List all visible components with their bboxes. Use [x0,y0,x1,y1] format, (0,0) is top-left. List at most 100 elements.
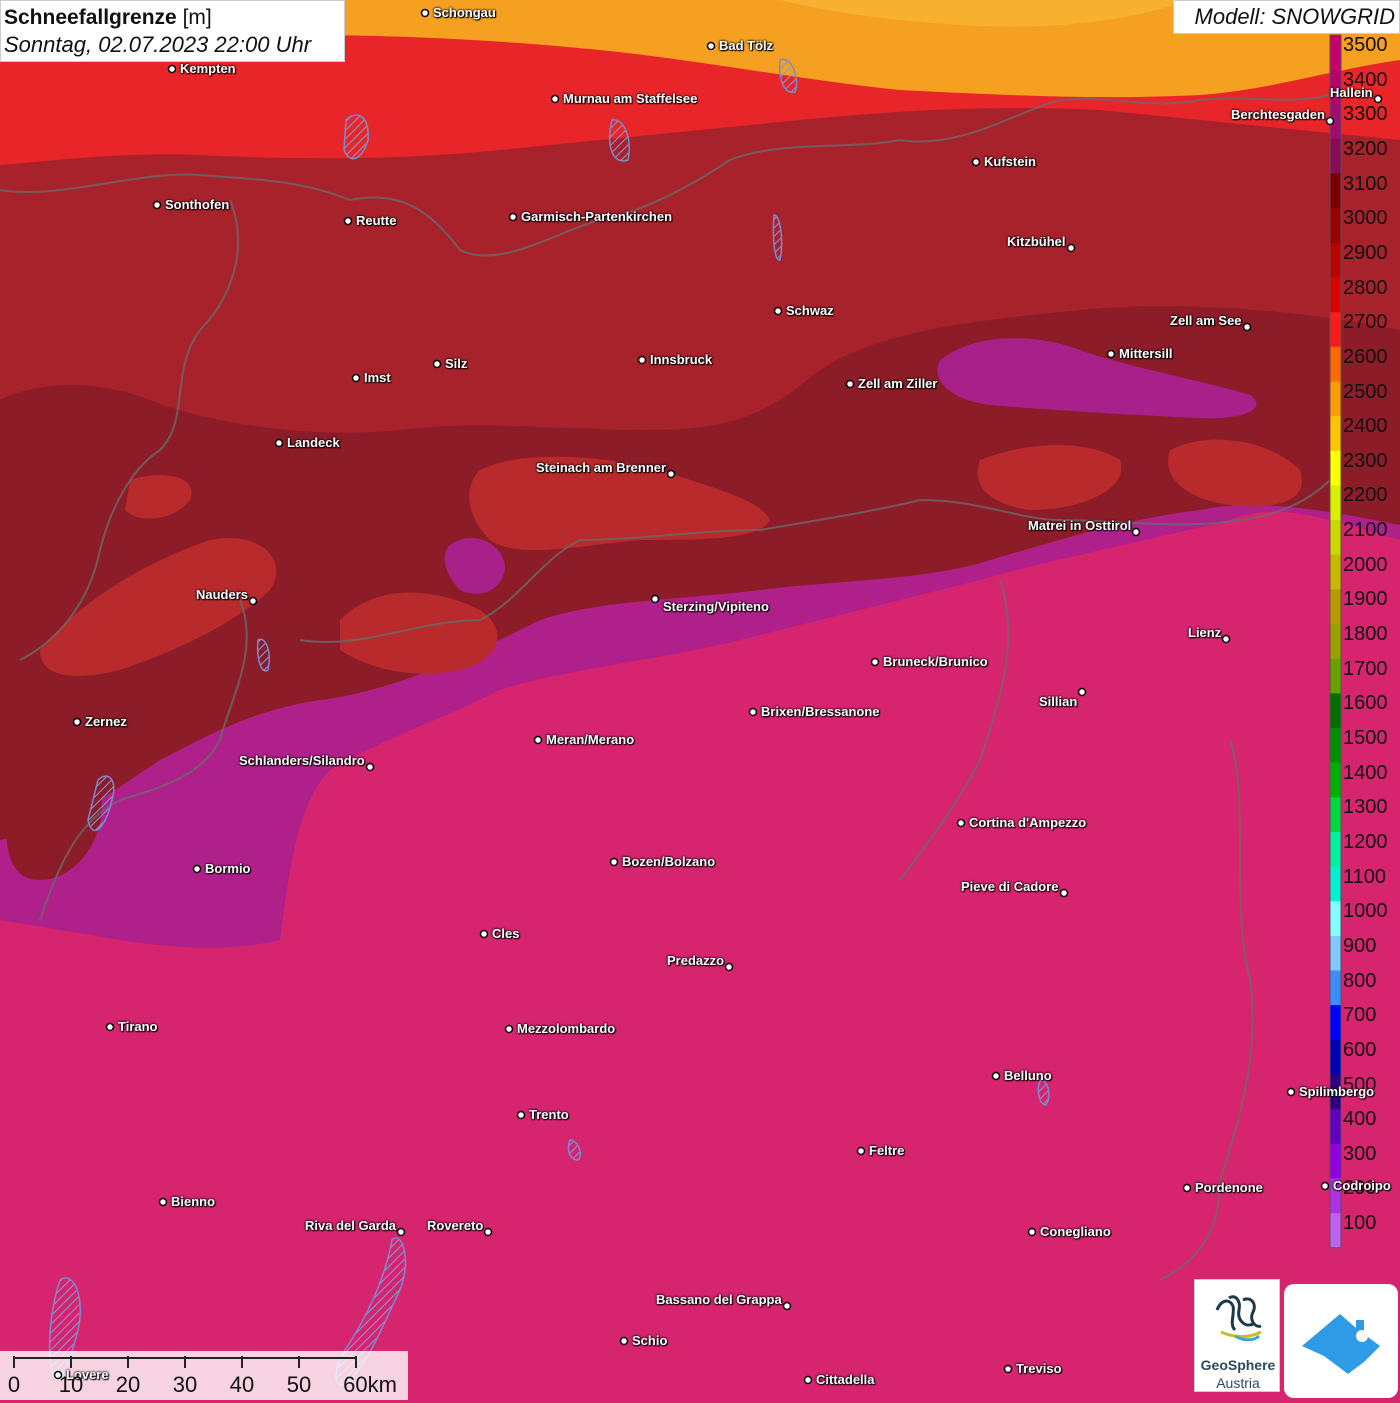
city-label[interactable]: Bassano del Grappa [656,1293,782,1307]
city-dot[interactable] [1131,527,1141,537]
city-label[interactable]: Meran/Merano [546,733,634,747]
city-label[interactable]: Cittadella [816,1373,875,1387]
city-dot[interactable] [1059,888,1069,898]
app-logo[interactable] [1284,1284,1398,1398]
city-label[interactable]: Landeck [287,436,340,450]
city-dot[interactable] [971,157,981,167]
city-label[interactable]: Brixen/Bressanone [761,705,880,719]
city-label[interactable]: Pieve di Cadore [961,880,1059,894]
city-label[interactable]: Sonthofen [165,198,229,212]
city-label[interactable]: Cles [492,927,519,941]
city-dot[interactable] [158,1197,168,1207]
city-label[interactable]: Steinach am Brenner [536,461,666,475]
city-label[interactable]: Hallein [1330,86,1373,100]
city-dot[interactable] [420,8,430,18]
city-dot[interactable] [609,857,619,867]
city-label[interactable]: Bruneck/Brunico [883,655,988,669]
city-label[interactable]: Feltre [869,1144,904,1158]
city-dot[interactable] [1286,1087,1296,1097]
city-dot[interactable] [274,438,284,448]
city-dot[interactable] [1106,349,1116,359]
city-dot[interactable] [956,818,966,828]
city-label[interactable]: Bormio [205,862,251,876]
city-label[interactable]: Zernez [85,715,127,729]
city-dot[interactable] [365,762,375,772]
city-dot[interactable] [1325,116,1335,126]
city-dot[interactable] [845,379,855,389]
city-dot[interactable] [706,41,716,51]
city-dot[interactable] [1182,1183,1192,1193]
city-label[interactable]: Conegliano [1040,1225,1111,1239]
city-dot[interactable] [650,594,660,604]
city-label[interactable]: Treviso [1016,1362,1062,1376]
city-dot[interactable] [856,1146,866,1156]
city-label[interactable]: Silz [445,357,467,371]
city-dot[interactable] [483,1227,493,1237]
city-dot[interactable] [773,306,783,316]
city-label[interactable]: Tirano [118,1020,158,1034]
city-dot[interactable] [192,864,202,874]
city-label[interactable]: Predazzo [667,954,724,968]
city-label[interactable]: Mittersill [1119,347,1172,361]
city-label[interactable]: Murnau am Staffelsee [563,92,697,106]
city-label[interactable]: Mezzolombardo [517,1022,615,1036]
city-dot[interactable] [782,1301,792,1311]
city-label[interactable]: Bienno [171,1195,215,1209]
city-label[interactable]: Kitzbühel [1007,235,1066,249]
city-label[interactable]: Sillian [1039,695,1077,709]
city-label[interactable]: Reutte [356,214,396,228]
city-label[interactable]: Zell am Ziller [858,377,937,391]
city-dot[interactable] [396,1227,406,1237]
city-label[interactable]: Belluno [1004,1069,1052,1083]
city-dot[interactable] [248,596,258,606]
city-dot[interactable] [1027,1227,1037,1237]
city-dot[interactable] [1373,94,1383,104]
city-dot[interactable] [516,1110,526,1120]
city-label[interactable]: Kufstein [984,155,1036,169]
city-label[interactable]: Rovereto [427,1219,483,1233]
city-dot[interactable] [479,929,489,939]
city-label[interactable]: Pordenone [1195,1181,1263,1195]
city-label[interactable]: Imst [364,371,391,385]
city-dot[interactable] [666,469,676,479]
city-dot[interactable] [870,657,880,667]
city-dot[interactable] [1077,687,1087,697]
city-dot[interactable] [167,64,177,74]
city-label[interactable]: Zell am See [1170,314,1242,328]
city-label[interactable]: Bozen/Bolzano [622,855,715,869]
city-dot[interactable] [72,717,82,727]
city-dot[interactable] [1066,243,1076,253]
city-dot[interactable] [550,94,560,104]
city-label[interactable]: Sterzing/Vipiteno [663,600,769,614]
city-label[interactable]: Bad Tölz [719,39,773,53]
city-dot[interactable] [991,1071,1001,1081]
city-dot[interactable] [533,735,543,745]
city-label[interactable]: Schwaz [786,304,834,318]
city-label[interactable]: Schongau [433,6,496,20]
city-label[interactable]: Riva del Garda [305,1219,396,1233]
city-label[interactable]: Nauders [196,588,248,602]
city-dot[interactable] [351,373,361,383]
city-dot[interactable] [748,707,758,717]
city-dot[interactable] [1320,1181,1330,1191]
city-label[interactable]: Innsbruck [650,353,712,367]
city-label[interactable]: Garmisch-Partenkirchen [521,210,672,224]
city-dot[interactable] [637,355,647,365]
city-dot[interactable] [432,359,442,369]
city-label[interactable]: Codroipo [1333,1179,1391,1193]
city-label[interactable]: Lienz [1188,626,1221,640]
city-dot[interactable] [105,1022,115,1032]
city-label[interactable]: Schio [632,1334,667,1348]
city-label[interactable]: Cortina d'Ampezzo [969,816,1086,830]
city-label[interactable]: Trento [529,1108,569,1122]
city-dot[interactable] [1242,322,1252,332]
city-label[interactable]: Schlanders/Silandro [239,754,365,768]
city-label[interactable]: Spilimbergo [1299,1085,1374,1099]
city-label[interactable]: Berchtesgaden [1231,108,1325,122]
city-dot[interactable] [343,216,353,226]
city-label[interactable]: Matrei in Osttirol [1028,519,1131,533]
city-dot[interactable] [152,200,162,210]
city-dot[interactable] [504,1024,514,1034]
city-label[interactable]: Kempten [180,62,236,76]
geosphere-logo[interactable]: GeoSphere Austria [1194,1279,1280,1392]
